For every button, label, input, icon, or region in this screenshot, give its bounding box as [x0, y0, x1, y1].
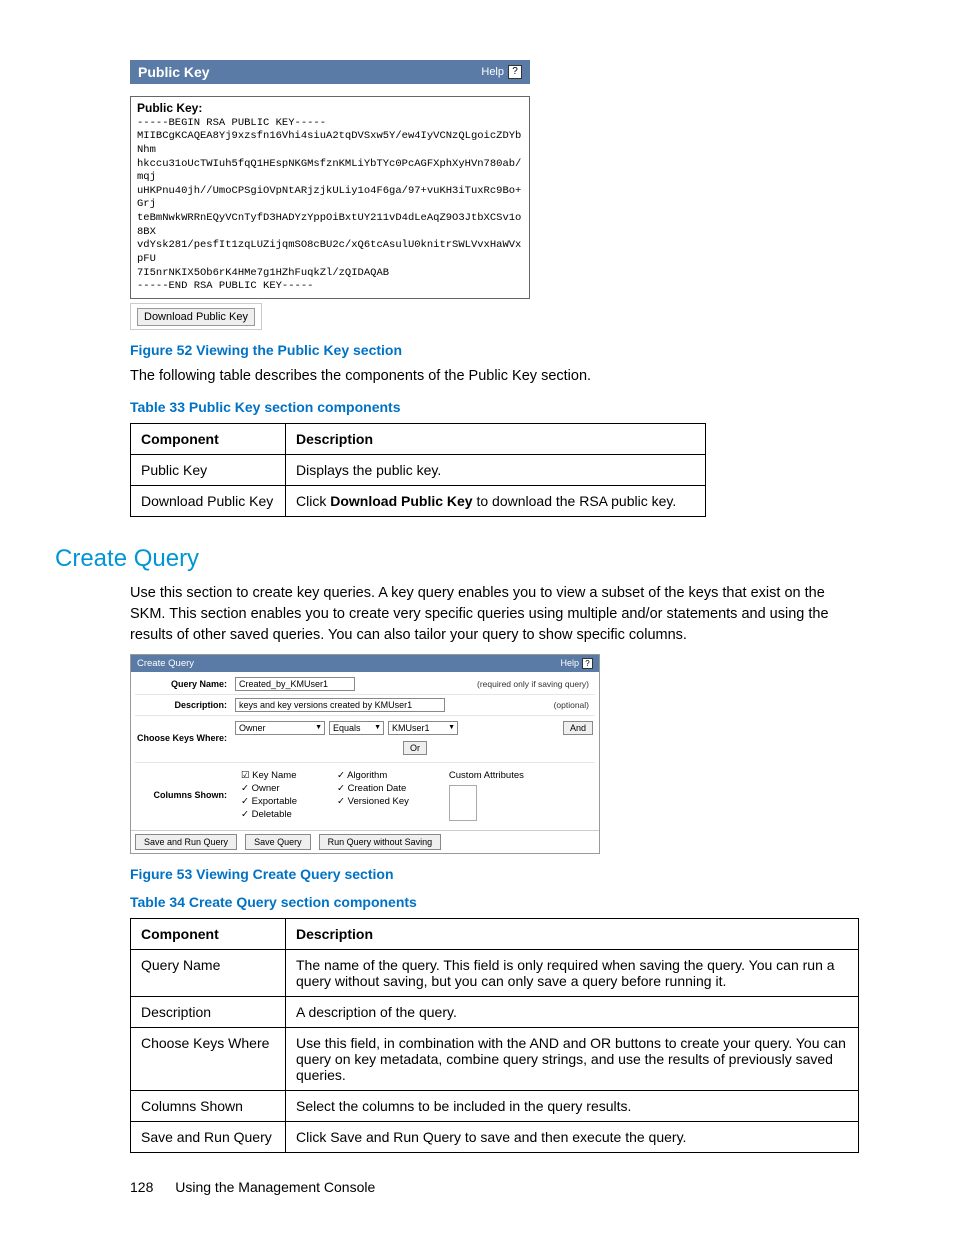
page-number: 128	[130, 1179, 153, 1195]
custom-attributes-label: Custom Attributes	[449, 770, 524, 781]
public-key-box: Public Key: -----BEGIN RSA PUBLIC KEY---…	[130, 96, 530, 299]
table-header-row: Component Description	[131, 918, 859, 949]
table-cell: The name of the query. This field is onl…	[286, 949, 859, 996]
value-select[interactable]: KMUser1	[388, 721, 458, 735]
public-key-title: Public Key	[138, 64, 210, 80]
figure-53-caption: Figure 53 Viewing Create Query section	[130, 866, 859, 882]
public-key-panel: Public Key Help ? Public Key: -----BEGIN…	[130, 60, 530, 330]
table-cell: Save and Run Query	[131, 1121, 286, 1152]
table-header: Component	[131, 423, 286, 454]
help-icon: ?	[582, 658, 593, 669]
help-link[interactable]: Help ?	[560, 658, 593, 669]
table-34: Component Description Query Name The nam…	[130, 918, 859, 1153]
help-text: Help	[560, 658, 579, 668]
query-name-note: (required only if saving query)	[477, 679, 595, 689]
create-query-title: Create Query	[137, 658, 194, 669]
table-cell: Query Name	[131, 949, 286, 996]
public-key-line: MIIBCgKCAQEA8Yj9xzsfn16Vhi4siuA2tqDVSxw5…	[137, 130, 523, 157]
create-query-heading: Create Query	[55, 545, 859, 573]
help-icon: ?	[508, 65, 522, 79]
text: to download the RSA public key.	[473, 493, 677, 509]
col-checkbox[interactable]: Owner	[241, 783, 297, 794]
public-key-line: uHKPnu40jh//UmoCPSgiOVpNtARjzjkULiy1o4F6…	[137, 185, 523, 212]
col-checkbox[interactable]: Versioned Key	[337, 796, 409, 807]
table-cell: Public Key	[131, 454, 286, 485]
public-key-line: -----END RSA PUBLIC KEY-----	[137, 280, 523, 294]
save-and-run-query-button[interactable]: Save and Run Query	[135, 834, 237, 850]
table-cell: Use this field, in combination with the …	[286, 1027, 859, 1090]
public-key-line: vdYsk281/pesfIt1zqLUZijqmSO8cBU2c/xQ6tcA…	[137, 239, 523, 266]
query-name-input[interactable]: Created_by_KMUser1	[235, 677, 355, 691]
save-query-button[interactable]: Save Query	[245, 834, 311, 850]
table-header: Component	[131, 918, 286, 949]
footer-section: Using the Management Console	[175, 1179, 375, 1195]
operator-select[interactable]: Equals	[329, 721, 384, 735]
table-cell: Choose Keys Where	[131, 1027, 286, 1090]
table-33: Component Description Public Key Display…	[130, 423, 706, 517]
col-checkbox[interactable]: Deletable	[241, 809, 297, 820]
download-public-key-button[interactable]: Download Public Key	[137, 308, 255, 326]
table-row: Description A description of the query.	[131, 996, 859, 1027]
choose-keys-label: Choose Keys Where:	[135, 719, 235, 743]
create-query-header: Create Query Help ?	[131, 655, 599, 672]
table-cell: Columns Shown	[131, 1090, 286, 1121]
bold-text: Download Public Key	[330, 493, 472, 509]
page-footer: 128 Using the Management Console	[130, 1179, 375, 1195]
table-cell: Select the columns to be included in the…	[286, 1090, 859, 1121]
description-note: (optional)	[554, 700, 595, 710]
public-key-header: Public Key Help ?	[130, 60, 530, 84]
text: Click	[296, 493, 330, 509]
table-cell: Description	[131, 996, 286, 1027]
table-row: Public Key Displays the public key.	[131, 454, 706, 485]
public-key-intro: The following table describes the compon…	[130, 366, 859, 387]
description-label: Description:	[135, 700, 235, 710]
table-cell: Click Save and Run Query to save and the…	[286, 1121, 859, 1152]
public-key-box-label: Public Key:	[137, 101, 523, 117]
field-select[interactable]: Owner	[235, 721, 325, 735]
table-row: Download Public Key Click Download Publi…	[131, 485, 706, 516]
or-button[interactable]: Or	[403, 741, 427, 755]
table-34-caption: Table 34 Create Query section components	[130, 894, 859, 910]
table-cell: Displays the public key.	[286, 454, 706, 485]
table-header: Description	[286, 918, 859, 949]
query-name-label: Query Name:	[135, 679, 235, 689]
public-key-line: 7I5nrNKIX5Ob6rK4HMe7g1HZhFuqkZl/zQIDAQAB	[137, 267, 523, 281]
public-key-line: teBmNwkWRRnEQyVCnTyfD3HADYzYppOiBxtUY211…	[137, 212, 523, 239]
table-cell: Download Public Key	[131, 485, 286, 516]
public-key-line: -----BEGIN RSA PUBLIC KEY-----	[137, 117, 523, 131]
table-row: Save and Run Query Click Save and Run Qu…	[131, 1121, 859, 1152]
description-input[interactable]: keys and key versions created by KMUser1	[235, 698, 445, 712]
download-row: Download Public Key	[130, 303, 262, 330]
create-query-panel: Create Query Help ? Query Name: Created_…	[130, 654, 600, 854]
help-link[interactable]: Help ?	[481, 65, 522, 79]
help-text: Help	[481, 66, 504, 78]
figure-52-caption: Figure 52 Viewing the Public Key section	[130, 342, 859, 358]
table-cell: A description of the query.	[286, 996, 859, 1027]
and-button[interactable]: And	[563, 721, 593, 735]
table-row: Query Name The name of the query. This f…	[131, 949, 859, 996]
columns-shown-label: Columns Shown:	[135, 790, 235, 800]
run-query-without-saving-button[interactable]: Run Query without Saving	[319, 834, 442, 850]
table-33-caption: Table 33 Public Key section components	[130, 399, 859, 415]
public-key-line: hkccu31oUcTWIuh5fqQ1HEspNKGMsfznKMLiYbTY…	[137, 158, 523, 185]
custom-attributes-box[interactable]	[449, 785, 477, 821]
create-query-intro: Use this section to create key queries. …	[130, 583, 859, 646]
col-checkbox[interactable]: Key Name	[241, 770, 297, 781]
table-cell: Click Download Public Key to download th…	[286, 485, 706, 516]
table-header-row: Component Description	[131, 423, 706, 454]
table-header: Description	[286, 423, 706, 454]
table-row: Columns Shown Select the columns to be i…	[131, 1090, 859, 1121]
col-checkbox[interactable]: Creation Date	[337, 783, 409, 794]
col-checkbox[interactable]: Algorithm	[337, 770, 409, 781]
col-checkbox[interactable]: Exportable	[241, 796, 297, 807]
table-row: Choose Keys Where Use this field, in com…	[131, 1027, 859, 1090]
